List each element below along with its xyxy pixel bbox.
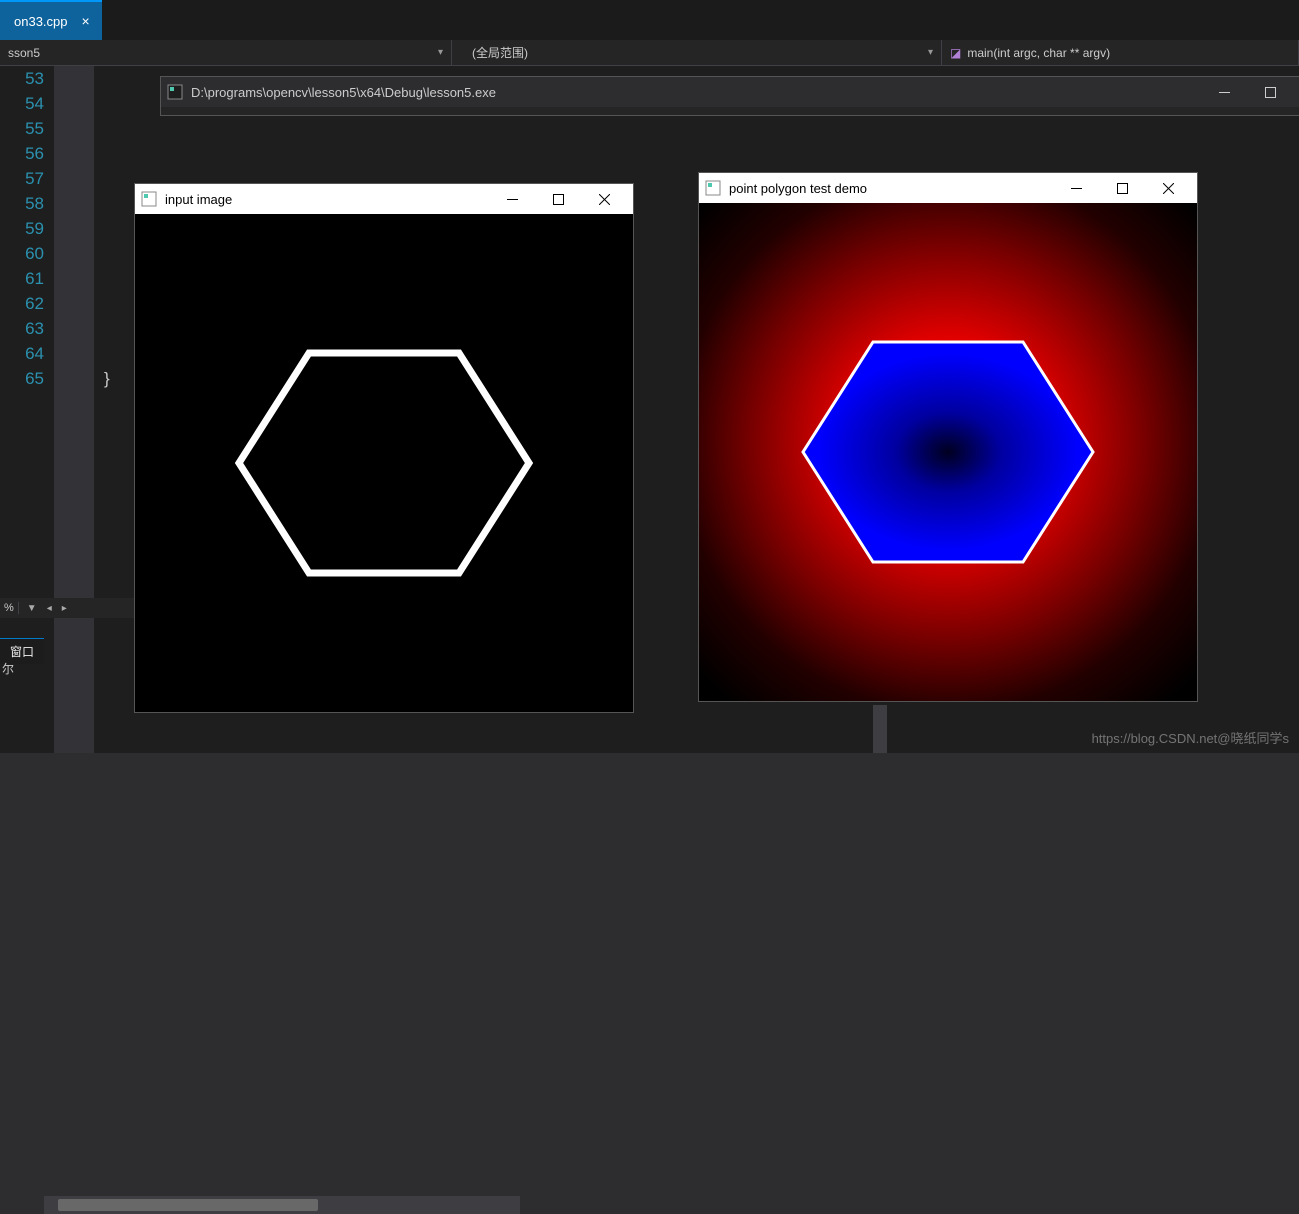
- context-scope-label: (全局范围): [472, 44, 528, 61]
- line-number: 54: [0, 91, 44, 116]
- hexagon-fill: [798, 322, 1098, 582]
- input-titlebar[interactable]: input image: [135, 184, 633, 214]
- watermark: https://blog.CSDN.net@晓纸同学s: [1092, 728, 1289, 747]
- line-number: 53: [0, 66, 44, 91]
- minimize-button[interactable]: [1053, 173, 1099, 203]
- hexagon-outline: [234, 333, 534, 593]
- scrollbar-thumb[interactable]: [58, 1199, 318, 1211]
- file-tab-label: on33.cpp: [14, 14, 68, 29]
- console-window[interactable]: D:\programs\opencv\lesson5\x64\Debug\les…: [160, 76, 1299, 116]
- line-number: 60: [0, 241, 44, 266]
- zoom-label: %: [4, 602, 19, 614]
- line-number: 59: [0, 216, 44, 241]
- tab-strip: on33.cpp ×: [0, 0, 1299, 40]
- input-image-window[interactable]: input image: [134, 183, 634, 713]
- app-icon: [141, 191, 157, 207]
- context-project[interactable]: sson5 ▾: [0, 40, 452, 65]
- app-icon: [705, 180, 721, 196]
- line-number: 64: [0, 341, 44, 366]
- console-title: D:\programs\opencv\lesson5\x64\Debug\les…: [191, 85, 496, 100]
- minimize-button[interactable]: [489, 184, 535, 214]
- vertical-scrollbar[interactable]: [873, 705, 887, 753]
- close-button[interactable]: [581, 184, 627, 214]
- context-scope[interactable]: (全局范围) ▾: [452, 40, 942, 65]
- maximize-button[interactable]: [1247, 77, 1293, 107]
- context-function-label: main(int argc, char ** argv): [967, 46, 1110, 60]
- line-number: 63: [0, 316, 44, 341]
- app-icon: [167, 84, 183, 100]
- chevron-down-icon: ▾: [928, 47, 933, 58]
- output-panel-row: 尔: [0, 660, 14, 677]
- minimize-button[interactable]: [1201, 77, 1247, 107]
- line-number: 55: [0, 116, 44, 141]
- nav-back-icon[interactable]: ◂: [45, 603, 54, 614]
- context-function[interactable]: ◪ main(int argc, char ** argv): [942, 40, 1299, 65]
- result-titlebar[interactable]: point polygon test demo: [699, 173, 1197, 203]
- result-title: point polygon test demo: [729, 181, 867, 196]
- line-number: 61: [0, 266, 44, 291]
- maximize-button[interactable]: [1099, 173, 1145, 203]
- horizontal-scrollbar[interactable]: [44, 1196, 520, 1214]
- result-window[interactable]: point polygon test demo: [698, 172, 1198, 702]
- context-bar: sson5 ▾ (全局范围) ▾ ◪ main(int argc, char *…: [0, 40, 1299, 66]
- line-number: 57: [0, 166, 44, 191]
- line-number: 62: [0, 291, 44, 316]
- chevron-down-icon[interactable]: ▼: [25, 603, 39, 614]
- editor-margin: [54, 66, 94, 753]
- function-icon: ◪: [950, 46, 961, 60]
- chevron-down-icon: ▾: [438, 47, 443, 58]
- nav-forward-icon[interactable]: ▸: [60, 603, 69, 614]
- line-number: 56: [0, 141, 44, 166]
- tab-close-icon[interactable]: ×: [78, 13, 94, 29]
- line-number: 58: [0, 191, 44, 216]
- maximize-button[interactable]: [535, 184, 581, 214]
- result-canvas: [699, 203, 1197, 701]
- context-project-label: sson5: [8, 46, 40, 60]
- input-canvas: [135, 214, 633, 712]
- file-tab[interactable]: on33.cpp ×: [0, 0, 102, 40]
- line-number: 65: [0, 366, 44, 391]
- close-button[interactable]: [1145, 173, 1191, 203]
- input-title: input image: [165, 192, 232, 207]
- console-titlebar[interactable]: D:\programs\opencv\lesson5\x64\Debug\les…: [161, 77, 1299, 107]
